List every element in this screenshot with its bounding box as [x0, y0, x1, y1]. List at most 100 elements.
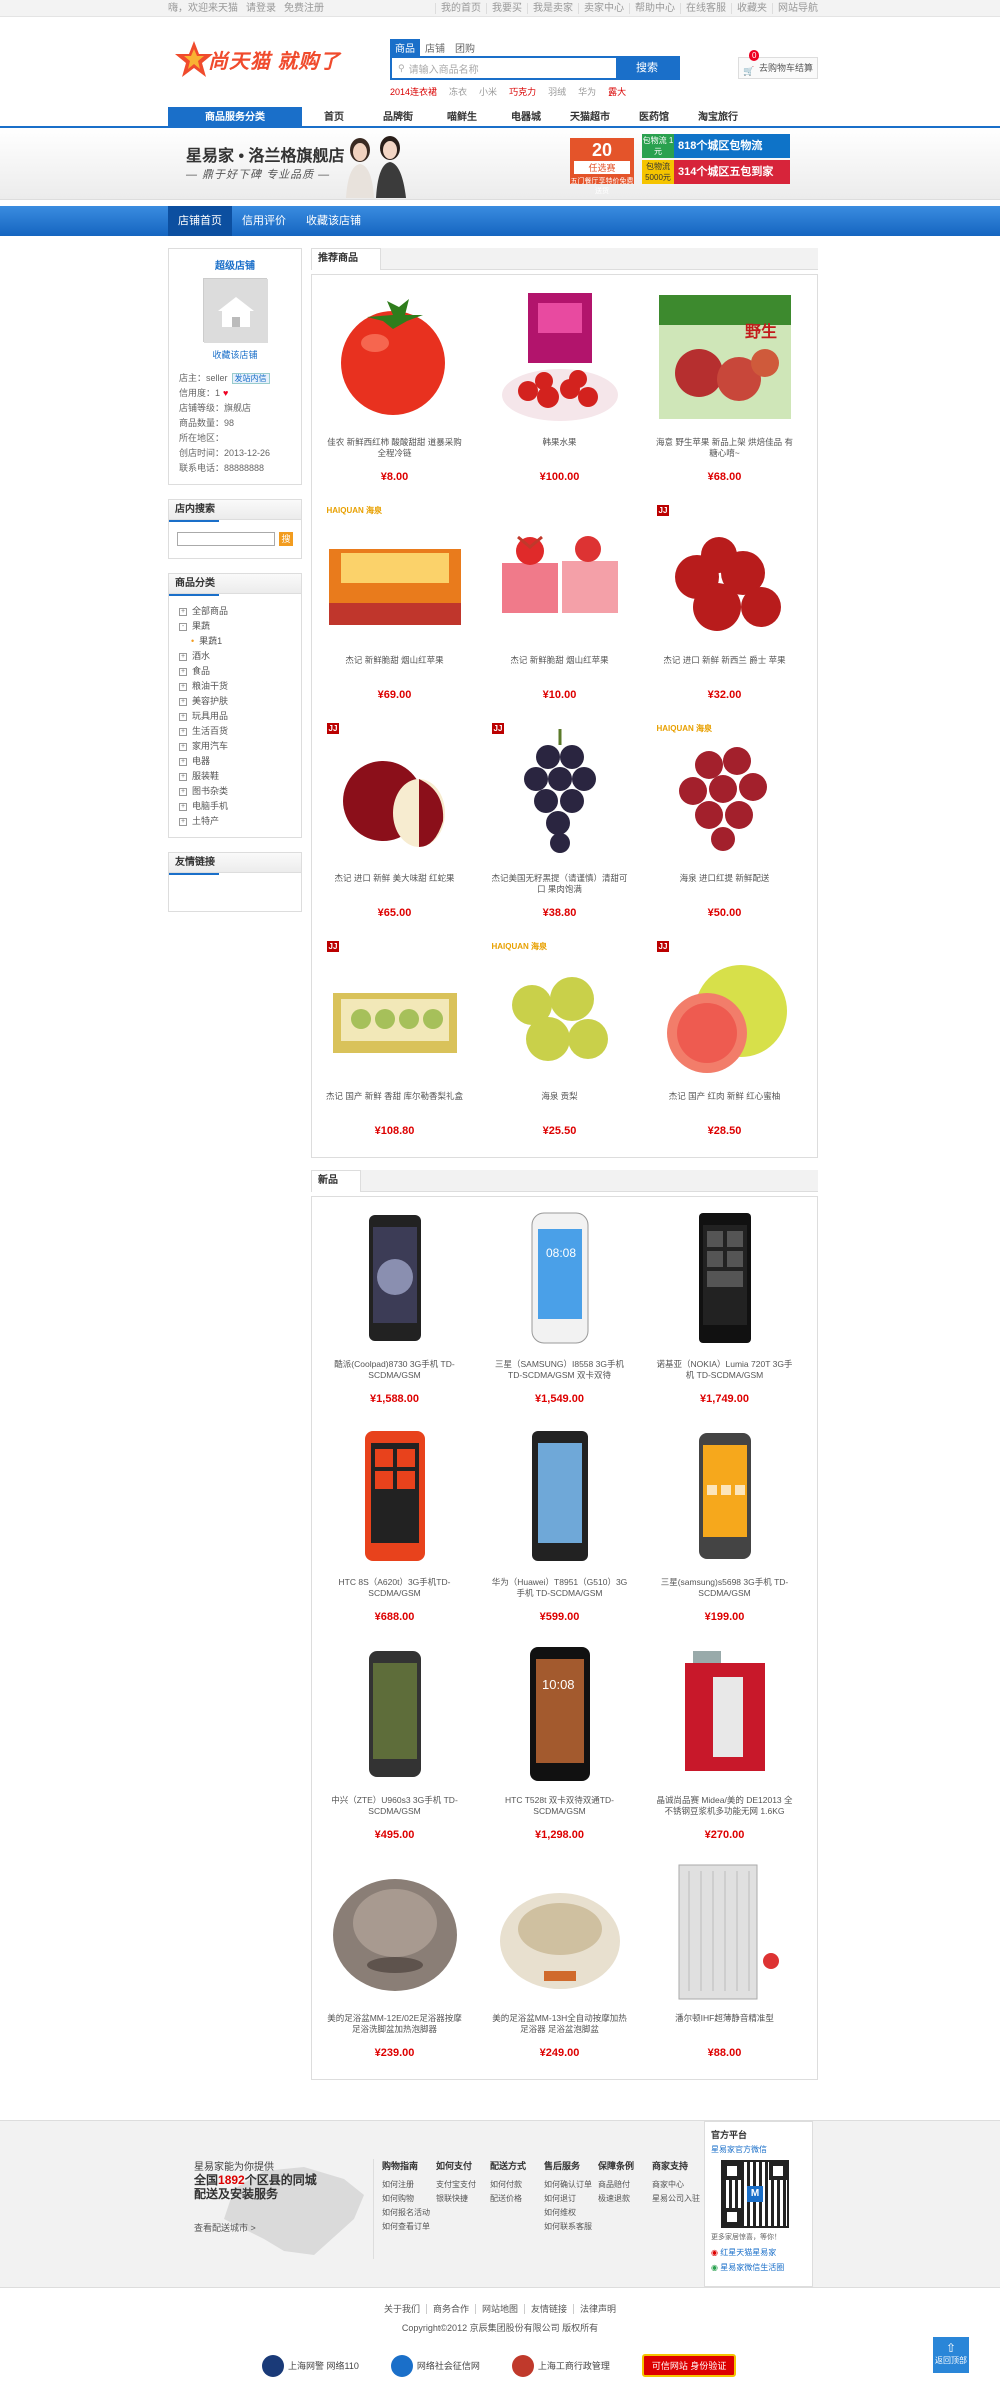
expand-icon[interactable]: +	[179, 772, 187, 781]
product-image[interactable]: 10:08	[487, 1643, 632, 1787]
product-card[interactable]: 晶诚尚品赛 Midea/美的 DE12013 全不锈钢豆浆机多功能无网 1.6K…	[642, 1643, 807, 1861]
product-image[interactable]	[322, 1643, 467, 1787]
hot-keyword-link[interactable]: 华为	[578, 87, 596, 97]
certification-badge[interactable]: 上海网警 网络110	[262, 2354, 359, 2377]
product-image[interactable]	[652, 1861, 797, 2005]
top-nav-link[interactable]: 在线客服	[680, 3, 726, 14]
product-image[interactable]: HAIQUAN 海泉	[652, 721, 797, 865]
product-card[interactable]: 韩果水果 ¥100.00	[477, 285, 642, 503]
hot-keyword-link[interactable]: 羽绒	[548, 87, 566, 97]
promo-row[interactable]: 包物流 1元 818个城区包物流	[642, 134, 790, 158]
main-nav-item[interactable]: 天猫超市	[558, 107, 622, 128]
product-card[interactable]: 美的足浴盆MM-12E/02E足浴器按摩足浴洗脚盆加热泡脚器 ¥239.00	[312, 1861, 477, 2079]
expand-icon[interactable]: +	[179, 757, 187, 766]
product-name-link[interactable]: 海泉 贡梨	[477, 1083, 642, 1119]
bottom-link[interactable]: 网站地图	[474, 2304, 524, 2314]
category-item[interactable]: + 酒水	[179, 649, 301, 664]
top-nav-link[interactable]: 卖家中心	[578, 3, 624, 14]
product-image[interactable]: JJ	[322, 721, 467, 865]
footer-link[interactable]: 配送价格	[490, 2192, 544, 2206]
search-tab[interactable]: 店铺	[420, 39, 450, 56]
hot-keyword-link[interactable]: 2014连衣裙	[390, 87, 437, 97]
category-item[interactable]: + 土特产	[179, 814, 301, 829]
product-card[interactable]: 三星(samsung)s5698 3G手机 TD-SCDMA/GSM ¥199.0…	[642, 1425, 807, 1643]
product-image[interactable]: JJ	[487, 721, 632, 865]
top-nav-link[interactable]: 我要买	[486, 3, 522, 14]
product-image[interactable]	[322, 1861, 467, 2005]
category-item[interactable]: + 全部商品	[179, 604, 301, 619]
footer-link[interactable]: 如何注册	[382, 2178, 436, 2192]
product-image[interactable]	[487, 1425, 632, 1569]
product-card[interactable]: HAIQUAN 海泉 杰记 新鲜脆甜 烟山红苹果 ¥69.00	[312, 503, 477, 721]
promo-row[interactable]: 包物流 5000元 314个城区五包到家	[642, 160, 790, 184]
product-card[interactable]: 杰记 新鲜脆甜 烟山红苹果 ¥10.00	[477, 503, 642, 721]
product-image[interactable]	[652, 1643, 797, 1787]
collect-shop-link[interactable]: 收藏该店铺	[169, 348, 301, 361]
main-nav-item[interactable]: 医药馆	[622, 107, 686, 128]
product-card[interactable]: 华为（Huawei）T8951（G510）3G手机 TD-SCDMA/GSM ¥5…	[477, 1425, 642, 1643]
footer-link[interactable]: 商品赔付	[598, 2178, 652, 2192]
product-name-link[interactable]: 佳农 新鲜西红柿 酸酸甜甜 道暴采购 全程冷链	[312, 429, 477, 465]
top-nav-link[interactable]: 我是卖家	[527, 3, 573, 14]
search-input[interactable]: ⚲ 请输入商品名称	[392, 58, 616, 78]
collapse-icon[interactable]: -	[179, 622, 187, 631]
official-wechat[interactable]: 星易家官方微信	[711, 2144, 806, 2156]
bottom-link[interactable]: 商务合作	[425, 2304, 475, 2314]
top-nav-link[interactable]: 我的首页	[435, 3, 481, 14]
product-image[interactable]	[652, 1425, 797, 1569]
product-name-link[interactable]: 杰记 新鲜脆甜 烟山红苹果	[477, 647, 642, 683]
promo-badge[interactable]: 20 任选赛 五门餐厅享特价免费送货	[570, 138, 634, 195]
footer-link[interactable]: 如何退订	[544, 2192, 598, 2206]
product-card[interactable]: 诺基亚（NOKIA）Lumia 720T 3G手机 TD-SCDMA/GSM ¥1…	[642, 1207, 807, 1425]
main-nav-item[interactable]: 首页	[302, 107, 366, 128]
certification-badge[interactable]: 上海工商行政管理	[511, 2354, 610, 2377]
product-card[interactable]: JJ 杰记 进口 新鲜 新西兰 爵士 苹果 ¥32.00	[642, 503, 807, 721]
hot-keyword-link[interactable]: 小米	[479, 87, 497, 97]
product-card[interactable]: 08:08 三星（SAMSUNG）I8558 3G手机 TD-SCDMA/GSM …	[477, 1207, 642, 1425]
product-name-link[interactable]: 韩果水果	[477, 429, 642, 465]
footer-link[interactable]: 如何付款	[490, 2178, 544, 2192]
top-nav-link[interactable]: 收藏夹	[731, 3, 767, 14]
product-card[interactable]: 佳农 新鲜西红柿 酸酸甜甜 道暴采购 全程冷链 ¥8.00	[312, 285, 477, 503]
expand-icon[interactable]: +	[179, 697, 187, 706]
cart-button[interactable]: 🛒 0 去购物车结算	[738, 50, 818, 79]
expand-icon[interactable]: +	[179, 652, 187, 661]
product-card[interactable]: JJ 杰记 国产 红肉 新鲜 红心蜜柚 ¥28.50	[642, 939, 807, 1157]
expand-icon[interactable]: +	[179, 802, 187, 811]
product-image[interactable]: HAIQUAN 海泉	[487, 939, 632, 1083]
footer-link[interactable]: 商家中心	[652, 2178, 706, 2192]
product-card[interactable]: HTC 8S（A620t）3G手机TD-SCDMA/GSM ¥688.00	[312, 1425, 477, 1643]
product-card[interactable]: 潘尔顿IHF超薄静音精准型 ¥88.00	[642, 1861, 807, 2079]
product-name-link[interactable]: 晶诚尚品赛 Midea/美的 DE12013 全不锈钢豆浆机多功能无网 1.6K…	[642, 1787, 807, 1823]
certification-badge[interactable]: 可信网站 身份验证	[641, 2354, 737, 2377]
expand-icon[interactable]: +	[179, 727, 187, 736]
shop-search-button[interactable]: 搜	[279, 532, 293, 546]
shop-nav-item[interactable]: 店铺首页	[168, 206, 232, 236]
top-nav-link[interactable]: 网站导航	[772, 3, 818, 14]
hot-keyword-link[interactable]: 冻衣	[449, 87, 467, 97]
product-card[interactable]: JJ 杰记 国产 新鲜 香甜 库尔勒香梨礼盒 ¥108.80	[312, 939, 477, 1157]
product-card[interactable]: 10:08 HTC T528t 双卡双待双通TD-SCDMA/GSM ¥1,298.…	[477, 1643, 642, 1861]
product-name-link[interactable]: 三星(samsung)s5698 3G手机 TD-SCDMA/GSM	[642, 1569, 807, 1605]
product-name-link[interactable]: 美的足浴盆MM-12E/02E足浴器按摩足浴洗脚盆加热泡脚器	[312, 2005, 477, 2041]
category-item[interactable]: + 生活百货	[179, 724, 301, 739]
category-item[interactable]: + 粮油干货	[179, 679, 301, 694]
product-name-link[interactable]: HTC 8S（A620t）3G手机TD-SCDMA/GSM	[312, 1569, 477, 1605]
product-name-link[interactable]: 诺基亚（NOKIA）Lumia 720T 3G手机 TD-SCDMA/GSM	[642, 1351, 807, 1387]
product-name-link[interactable]: 海意 野生苹果 新品上架 烘焙佳品 有糖心唷~	[642, 429, 807, 465]
product-name-link[interactable]: 杰记 进口 新鲜 新西兰 爵士 苹果	[642, 647, 807, 683]
certification-badge[interactable]: 网络社会征信网	[390, 2354, 480, 2377]
expand-icon[interactable]: +	[179, 742, 187, 751]
coverage-cities-link[interactable]: 查看配送城市 >	[194, 2222, 317, 2235]
footer-link[interactable]: 如何联系客服	[544, 2220, 598, 2234]
site-logo[interactable]: 尚天猫 就购了	[168, 31, 348, 81]
product-image[interactable]: JJ	[322, 939, 467, 1083]
product-image[interactable]: JJ	[652, 503, 797, 647]
product-card[interactable]: HAIQUAN 海泉 海泉 进口红提 新鲜配送 ¥50.00	[642, 721, 807, 939]
product-name-link[interactable]: 美的足浴盆MM-13H全自动按摩加热足浴器 足浴盆泡脚盆	[477, 2005, 642, 2041]
hot-keyword-link[interactable]: 露大	[608, 87, 626, 97]
product-image[interactable]	[652, 1207, 797, 1351]
product-card[interactable]: 中兴（ZTE）U960s3 3G手机 TD-SCDMA/GSM ¥495.00	[312, 1643, 477, 1861]
product-name-link[interactable]: 杰记 进口 新鲜 美大味甜 红蛇果	[312, 865, 477, 901]
footer-link[interactable]: 支付宝支付	[436, 2178, 490, 2192]
